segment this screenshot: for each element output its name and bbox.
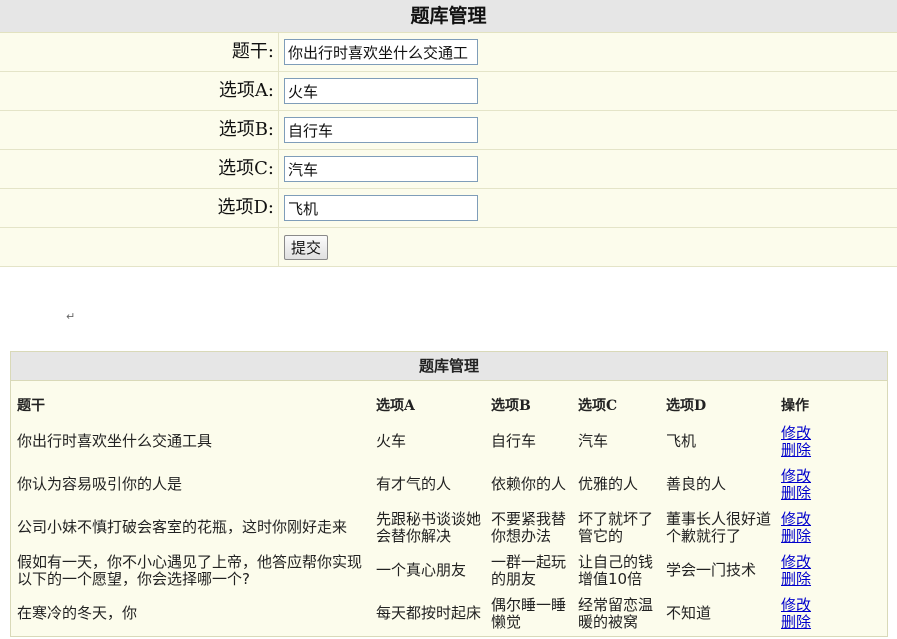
option-d-input[interactable] bbox=[284, 195, 478, 221]
stem-row: 题干: bbox=[0, 33, 897, 72]
table-title: 题库管理 bbox=[11, 352, 887, 381]
option-b-input[interactable] bbox=[284, 117, 478, 143]
cell-option-d: 学会一门技术 bbox=[666, 561, 757, 579]
cell-stem: 假如有一天，你不小心遇见了上帝，他答应帮你实现以下的一个愿望，你会选择哪一个? bbox=[17, 552, 363, 588]
header-option-a: 选项A bbox=[376, 398, 415, 414]
edit-link[interactable]: 修改 bbox=[781, 424, 871, 442]
question-table-panel: 题库管理 题干 选项A 选项B 选项C 选项D 操作 你出行时喜欢坐什么交通工具… bbox=[10, 351, 888, 637]
option-b-row: 选项B: bbox=[0, 111, 897, 150]
row-divider bbox=[278, 189, 279, 227]
option-c-input[interactable] bbox=[284, 156, 478, 182]
option-c-label: 选项C: bbox=[218, 158, 274, 179]
submit-button[interactable]: 提交 bbox=[284, 235, 329, 260]
cell-option-b: 偶尔睡一睡懒觉 bbox=[491, 595, 567, 631]
row-divider bbox=[278, 228, 279, 266]
cell-option-d: 不知道 bbox=[666, 604, 712, 622]
form-title: 题库管理 bbox=[0, 0, 897, 33]
cell-option-a: 每天都按时起床 bbox=[376, 604, 482, 622]
stem-label: 题干: bbox=[231, 41, 274, 62]
header-option-b: 选项B bbox=[491, 398, 531, 414]
cell-option-a: 火车 bbox=[376, 432, 407, 450]
cell-actions: 修改 删除 bbox=[781, 549, 871, 592]
delete-link[interactable]: 删除 bbox=[781, 570, 871, 588]
edit-link[interactable]: 修改 bbox=[781, 553, 871, 571]
option-d-label: 选项D: bbox=[217, 197, 275, 218]
header-option-c: 选项C bbox=[578, 398, 618, 414]
option-a-input[interactable] bbox=[284, 78, 478, 104]
cell-stem: 你出行时喜欢坐什么交通工具 bbox=[17, 432, 213, 450]
cell-option-b: 一群一起玩的朋友 bbox=[491, 552, 567, 588]
cell-stem: 公司小妹不慎打破会客室的花瓶，这时你刚好走来 bbox=[17, 518, 348, 536]
table-row: 假如有一天，你不小心遇见了上帝，他答应帮你实现以下的一个愿望，你会选择哪一个? … bbox=[17, 549, 871, 592]
delete-link[interactable]: 删除 bbox=[781, 484, 871, 502]
cell-option-a: 一个真心朋友 bbox=[376, 561, 467, 579]
cell-actions: 修改 删除 bbox=[781, 592, 871, 635]
cell-option-c: 让自己的钱增值10倍 bbox=[578, 552, 654, 588]
table-row: 公司小妹不慎打破会客室的花瓶，这时你刚好走来 先跟秘书谈谈她会替你解决 不要紧我… bbox=[17, 506, 871, 549]
cell-option-c: 坏了就坏了管它的 bbox=[578, 509, 654, 545]
option-b-label: 选项B: bbox=[218, 119, 274, 140]
option-d-row: 选项D: bbox=[0, 189, 897, 228]
cell-stem: 在寒冷的冬天，你 bbox=[17, 604, 138, 622]
row-divider bbox=[278, 72, 279, 110]
header-option-d: 选项D bbox=[666, 398, 707, 414]
table-row: 你出行时喜欢坐什么交通工具 火车 自行车 汽车 飞机 修改 删除 bbox=[17, 420, 871, 463]
cell-actions: 修改 删除 bbox=[781, 506, 871, 549]
cell-option-c: 经常留恋温暖的被窝 bbox=[578, 595, 654, 631]
submit-row: 提交 bbox=[0, 228, 897, 267]
cell-actions: 修改 删除 bbox=[781, 420, 871, 463]
option-a-label: 选项A: bbox=[218, 80, 274, 101]
delete-link[interactable]: 删除 bbox=[781, 527, 871, 545]
question-form: 题库管理 题干: 选项A: 选项B: 选项C: 选项D: 提交 bbox=[0, 0, 897, 267]
cell-option-d: 善良的人 bbox=[666, 475, 727, 493]
table-row: 在寒冷的冬天，你 每天都按时起床 偶尔睡一睡懒觉 经常留恋温暖的被窝 不知道 修… bbox=[17, 592, 871, 635]
cell-option-d: 飞机 bbox=[666, 432, 697, 450]
delete-link[interactable]: 删除 bbox=[781, 441, 871, 459]
header-actions: 操作 bbox=[781, 398, 809, 414]
option-c-row: 选项C: bbox=[0, 150, 897, 189]
edit-link[interactable]: 修改 bbox=[781, 596, 871, 614]
option-a-row: 选项A: bbox=[0, 72, 897, 111]
header-stem: 题干 bbox=[17, 398, 45, 414]
cell-option-a: 有才气的人 bbox=[376, 475, 452, 493]
cell-option-a: 先跟秘书谈谈她会替你解决 bbox=[376, 509, 482, 545]
paragraph-return-mark: ↵ bbox=[66, 310, 76, 323]
cell-option-d: 董事长人很好道个歉就行了 bbox=[666, 509, 772, 545]
cell-actions: 修改 删除 bbox=[781, 463, 871, 506]
cell-stem: 你认为容易吸引你的人是 bbox=[17, 475, 183, 493]
cell-option-c: 汽车 bbox=[578, 432, 609, 450]
row-divider bbox=[278, 111, 279, 149]
table-row: 你认为容易吸引你的人是 有才气的人 依赖你的人 优雅的人 善良的人 修改 删除 bbox=[17, 463, 871, 506]
row-divider bbox=[278, 150, 279, 188]
question-table: 题干 选项A 选项B 选项C 选项D 操作 你出行时喜欢坐什么交通工具 火车 自… bbox=[17, 390, 871, 635]
cell-option-b: 依赖你的人 bbox=[491, 475, 567, 493]
cell-option-b: 不要紧我替你想办法 bbox=[491, 509, 567, 545]
table-header-row: 题干 选项A 选项B 选项C 选项D 操作 bbox=[17, 390, 871, 420]
row-divider bbox=[278, 33, 279, 71]
edit-link[interactable]: 修改 bbox=[781, 510, 871, 528]
cell-option-c: 优雅的人 bbox=[578, 475, 639, 493]
delete-link[interactable]: 删除 bbox=[781, 613, 871, 631]
edit-link[interactable]: 修改 bbox=[781, 467, 871, 485]
stem-input[interactable] bbox=[284, 39, 478, 65]
cell-option-b: 自行车 bbox=[491, 432, 537, 450]
